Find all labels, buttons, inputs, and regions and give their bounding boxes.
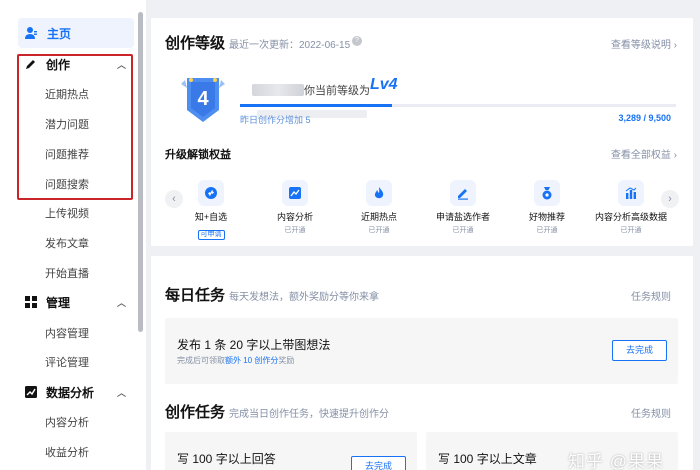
highlight-box	[17, 54, 133, 200]
blurred-username	[252, 84, 304, 96]
benefit-status: 可申请	[197, 230, 225, 240]
daily-tasks-title: 每日任务	[165, 287, 226, 304]
sidebar-item-label: 主页	[47, 26, 72, 41]
level-card-title: 创作等级	[165, 35, 226, 52]
user-icon	[24, 26, 38, 40]
link-icon	[198, 180, 224, 206]
view-level-desc-link[interactable]: 查看等级说明 ›	[611, 36, 677, 51]
daily-task-rules-link[interactable]: 任务规则	[631, 288, 671, 303]
creation-tasks-subtitle: 完成当日创作任务，快速提升创作分	[229, 409, 389, 420]
current-level-value: Lv4	[370, 76, 398, 93]
daily-task-title: 发布 1 条 20 字以上带图想法	[177, 338, 331, 352]
grid-icon	[25, 296, 37, 308]
watermark: 知乎 @果果	[568, 452, 664, 470]
sidebar-item-income-analysis[interactable]: 收益分析	[45, 446, 89, 460]
benefit-name: 内容分析	[276, 212, 313, 222]
bag-icon	[534, 180, 560, 206]
benefit-name: 申请盐选作者	[435, 212, 490, 222]
yesterday-score: 昨日创作分增加 5	[240, 115, 311, 125]
daily-task-item: 发布 1 条 20 字以上带图想法 完成后可领取额外 10 创作分奖励 去完成	[165, 318, 678, 384]
sidebar-item-publish-article[interactable]: 发布文章	[45, 237, 89, 251]
unlock-benefits-title: 升级解锁权益	[165, 149, 231, 161]
sidebar-group-analytics[interactable]: 数据分析 ︿	[18, 381, 134, 403]
benefit-name: 知+自选	[194, 212, 228, 222]
creation-tasks-title: 创作任务	[165, 404, 226, 421]
creation-task-rules-link[interactable]: 任务规则	[631, 405, 671, 420]
sidebar-item-upload-video[interactable]: 上传视频	[45, 207, 89, 221]
sidebar-group-label: 管理	[46, 295, 71, 310]
daily-task-go-button[interactable]: 去完成	[612, 340, 667, 361]
tasks-card: 每日任务 每天发想法，额外奖励分等你来拿 任务规则 发布 1 条 20 字以上带…	[151, 256, 693, 470]
bar-chart-icon	[618, 180, 644, 206]
sidebar-item-content-manage[interactable]: 内容管理	[45, 327, 89, 341]
sidebar: 主页 创作 ︿ 近期热点 潜力问题 问题推荐 问题搜索 上传视频 发布文章 开始…	[0, 0, 146, 470]
daily-tasks-subtitle: 每天发想法，额外奖励分等你来拿	[229, 292, 379, 303]
creation-task-item: 写 100 字以上回答 去完成	[165, 432, 417, 470]
benefit-item[interactable]: 好物推荐 已开通	[507, 180, 587, 235]
chevron-up-icon: ︿	[116, 388, 126, 398]
flame-icon	[366, 180, 392, 206]
level-badge-icon: 4	[181, 78, 225, 122]
sidebar-group-label: 数据分析	[46, 385, 95, 400]
benefit-status: 已开通	[620, 227, 642, 234]
chevron-up-icon: ︿	[116, 298, 126, 308]
sidebar-group-manage[interactable]: 管理 ︿	[18, 291, 134, 313]
benefit-status: 已开通	[536, 227, 558, 234]
sidebar-item-home[interactable]: 主页	[18, 18, 134, 48]
benefit-item[interactable]: 知+自选 可申请	[171, 180, 251, 241]
view-all-benefits-link[interactable]: 查看全部权益 ›	[611, 146, 677, 161]
sidebar-scrollbar[interactable]	[138, 12, 143, 332]
chart-icon	[282, 180, 308, 206]
benefit-name: 内容分析高级数据	[594, 212, 667, 222]
benefit-name: 近期热点	[360, 212, 397, 222]
benefit-status: 已开通	[452, 227, 474, 234]
chart-icon	[25, 386, 37, 398]
sidebar-item-content-analysis[interactable]: 内容分析	[45, 416, 89, 430]
benefit-item[interactable]: 内容分析高级数据 已开通	[591, 180, 671, 235]
level-progress-fill	[240, 104, 392, 107]
last-updated: 最近一次更新：2022-06-15	[229, 40, 351, 51]
benefit-item[interactable]: 近期热点 已开通	[339, 180, 419, 235]
benefit-status: 已开通	[368, 227, 390, 234]
badge-number: 4	[197, 88, 209, 110]
score-progress: 3,289 / 9,500	[618, 113, 671, 123]
benefit-item[interactable]: 内容分析 已开通	[255, 180, 335, 235]
benefit-status: 已开通	[284, 227, 306, 234]
current-level-text: 你当前等级为	[304, 85, 370, 97]
help-icon[interactable]: ?	[352, 36, 362, 46]
sidebar-item-comment-manage[interactable]: 评论管理	[45, 356, 89, 370]
sidebar-item-start-live[interactable]: 开始直播	[45, 267, 89, 281]
benefit-name: 好物推荐	[528, 212, 565, 222]
daily-task-desc: 完成后可领取额外 10 创作分奖励	[177, 356, 295, 365]
creation-level-card: 创作等级 最近一次更新：2022-06-15 ? 查看等级说明 › 4 你当前等…	[151, 18, 693, 246]
creation-task-title: 写 100 字以上文章	[438, 452, 537, 466]
pen-icon	[450, 180, 476, 206]
creation-task-title: 写 100 字以上回答	[177, 452, 276, 466]
benefit-item[interactable]: 申请盐选作者 已开通	[423, 180, 503, 235]
creation-task-go-button[interactable]: 去完成	[351, 456, 406, 470]
